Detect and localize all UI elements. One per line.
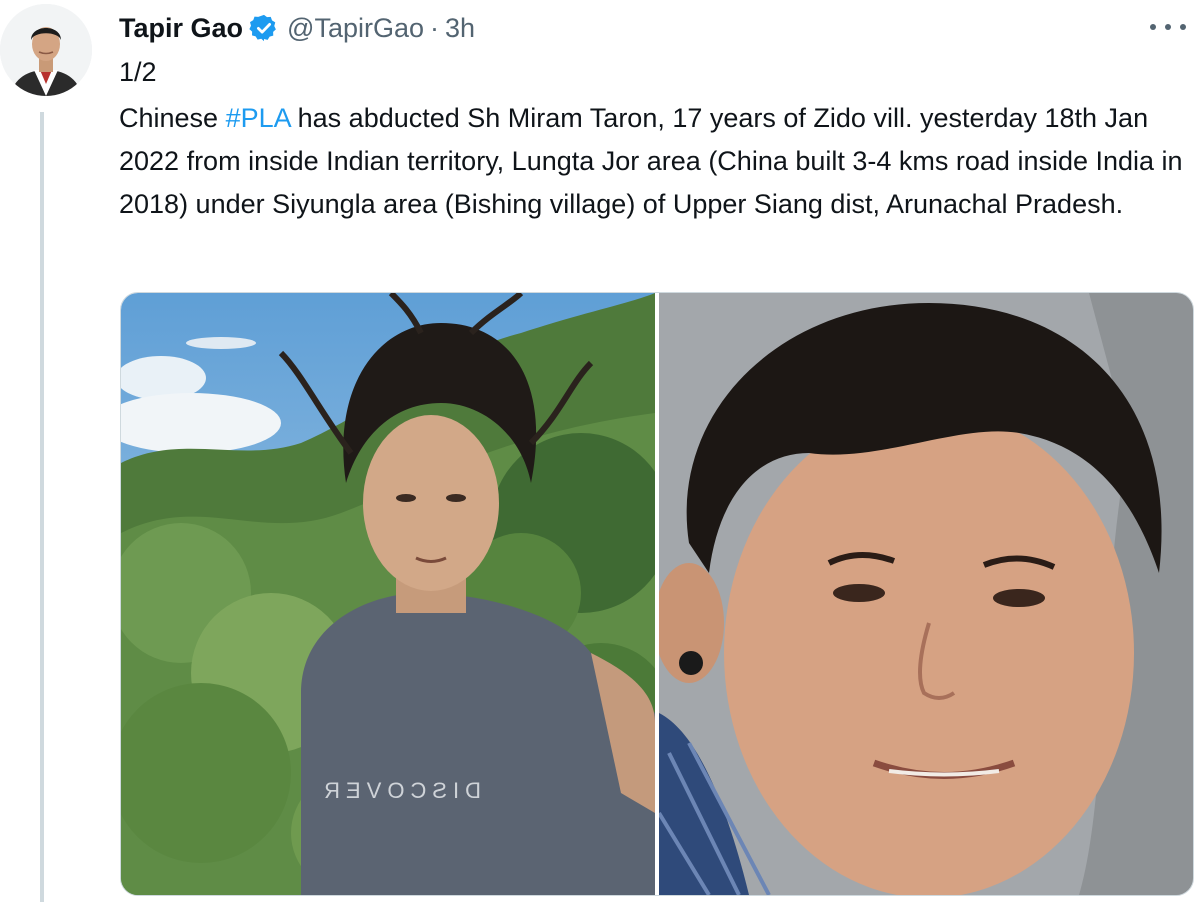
photo-1-image: DISCOVER xyxy=(121,293,655,895)
verified-badge-icon xyxy=(249,13,279,43)
thread-connector-line xyxy=(40,112,44,902)
tweet-media-grid: DISCOVER xyxy=(120,292,1194,896)
tweet-header: Tapir Gao @TapirGao · 3h xyxy=(119,8,475,48)
thread-count: 1/2 xyxy=(119,57,157,87)
tweet-text: Chinese #PLA has abducted Sh Miram Taron… xyxy=(119,97,1199,226)
tweet-text-prefix: Chinese xyxy=(119,103,226,133)
tweet-photo-2[interactable] xyxy=(659,293,1193,895)
more-options-icon[interactable] xyxy=(1150,12,1186,42)
shirt-text: DISCOVER xyxy=(318,778,481,803)
avatar-image xyxy=(0,4,92,96)
author-handle[interactable]: @TapirGao xyxy=(287,13,424,44)
hashtag-link[interactable]: #PLA xyxy=(226,103,291,133)
header-separator: · xyxy=(430,12,439,43)
photo-2-image xyxy=(659,293,1193,895)
tweet-photo-1[interactable]: DISCOVER xyxy=(121,293,655,895)
tweet-timestamp[interactable]: 3h xyxy=(445,13,475,44)
author-name[interactable]: Tapir Gao xyxy=(119,13,243,44)
author-avatar[interactable] xyxy=(0,4,92,96)
